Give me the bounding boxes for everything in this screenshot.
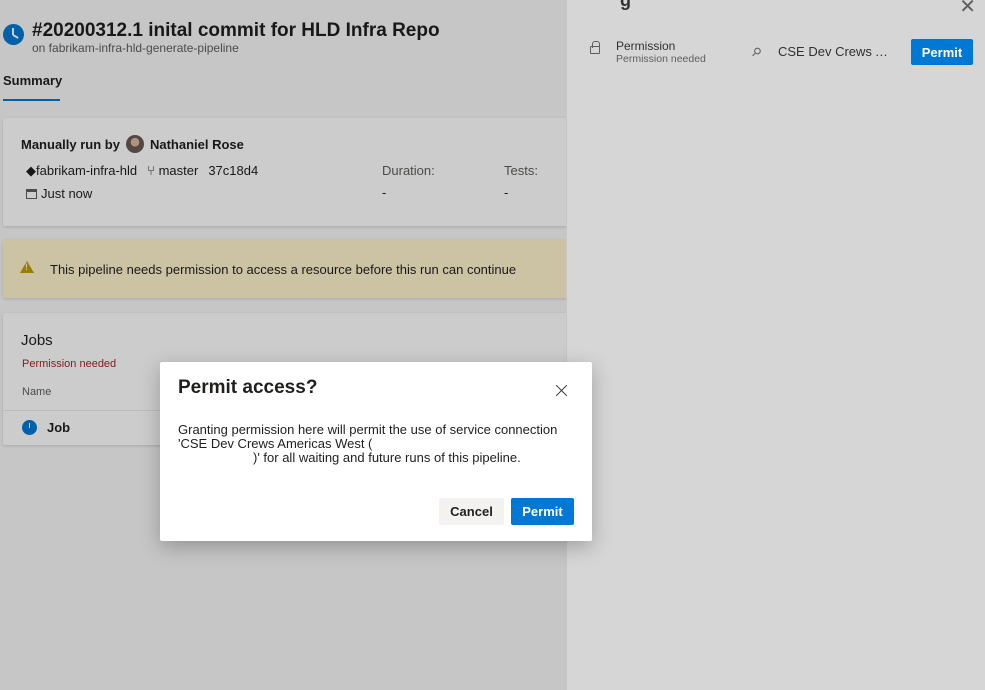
dialog-body: Granting permission here will permit the… <box>178 423 578 465</box>
permission-status: Permission needed <box>616 53 706 65</box>
dialog-title: Permit access? <box>178 377 318 398</box>
close-icon[interactable]: ✕ <box>959 0 976 19</box>
lock-icon <box>590 41 600 54</box>
modal-backdrop[interactable] <box>0 0 566 690</box>
permission-row: Permission Permission needed ⚲ CSE Dev C… <box>567 38 985 68</box>
waiting-review-panel: g ✕ Permission Permission needed ⚲ CSE D… <box>566 0 985 690</box>
service-connection-icon: ⚲ <box>748 43 765 61</box>
permit-button[interactable]: Permit <box>511 498 574 525</box>
permission-label: Permission <box>616 39 676 53</box>
resource-name: CSE Dev Crews Americas West <box>778 44 896 59</box>
cancel-button[interactable]: Cancel <box>439 498 504 525</box>
panel-permit-button[interactable]: Permit <box>911 39 973 65</box>
panel-title: g <box>620 0 631 10</box>
dialog-body-line: 'CSE Dev Crews Americas West ( <box>178 436 373 451</box>
close-icon[interactable] <box>553 382 570 399</box>
dialog-body-line: Granting permission here will permit the… <box>178 422 558 437</box>
permit-access-dialog: Permit access? Granting permission here … <box>160 362 592 541</box>
dialog-body-line: )' for all waiting and future runs of th… <box>253 450 521 465</box>
